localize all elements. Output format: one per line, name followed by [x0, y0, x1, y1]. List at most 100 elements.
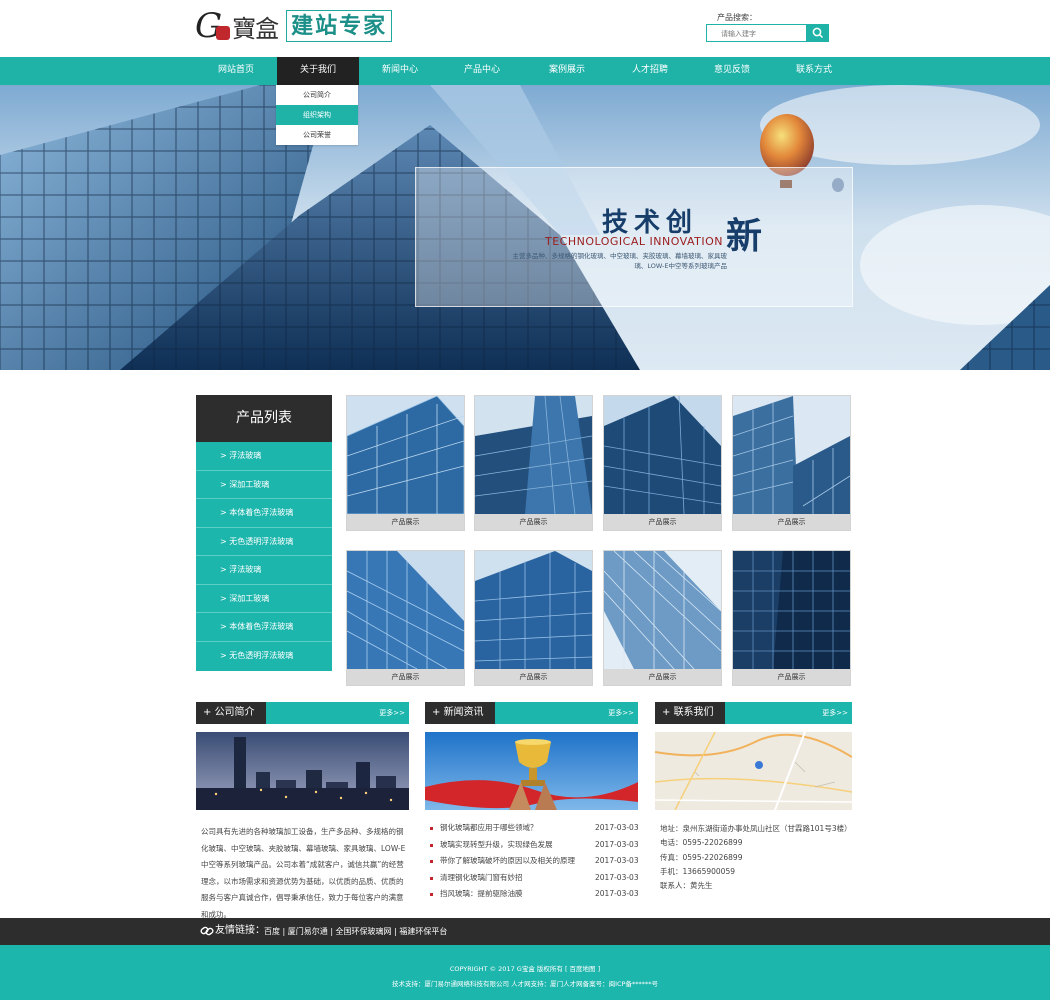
footer: COPYRIGHT © 2017 G宝盒 版权所有 [ 百度地图 ] 技术支持：… — [0, 945, 1050, 1000]
nav-item-products[interactable]: 产品中心 — [441, 57, 523, 85]
banner-subtitle: TECHNOLOGICAL INNOVATION — [545, 235, 724, 248]
company-section-header: + 公司简介 更多>> — [196, 702, 409, 724]
product-image — [604, 396, 721, 514]
product-image — [475, 396, 592, 514]
plus-icon: + — [203, 707, 215, 718]
product-list-title: 产品列表 — [196, 395, 332, 442]
news-list: 钢化玻璃都应用于哪些领域？ 2017-03-03 玻璃实现转型升级，实现绿色发展 2… — [430, 820, 640, 903]
product-list-item[interactable]: > 浮法玻璃 — [196, 442, 332, 471]
link-icon — [200, 926, 214, 936]
product-list: > 浮法玻璃 > 深加工玻璃 > 本体着色浮法玻璃 > 无色透明浮法玻璃 > 浮… — [196, 442, 332, 671]
section-title: + 公司简介 — [196, 702, 266, 724]
product-caption: 产品展示 — [733, 669, 850, 685]
product-image — [733, 551, 850, 669]
product-list-item[interactable]: > 无色透明浮法玻璃 — [196, 528, 332, 556]
search-input[interactable]: 请输入建字 — [706, 24, 807, 42]
search-button[interactable] — [807, 24, 829, 42]
news-item[interactable]: 清理钢化玻璃门窗有妙招 2017-03-03 — [430, 870, 640, 887]
contact-section-header: + 联系我们 更多>> — [655, 702, 852, 724]
main-nav: 网站首页 关于我们 新闻中心 产品中心 案例展示 人才招聘 意见反馈 联系方式 — [0, 57, 1050, 85]
product-list-item[interactable]: > 深加工玻璃 — [196, 585, 332, 613]
bullet-icon — [430, 860, 433, 863]
product-image — [604, 551, 721, 669]
product-image — [733, 396, 850, 514]
product-list-panel: 产品列表 > 浮法玻璃 > 深加工玻璃 > 本体着色浮法玻璃 > 无色透明浮法玻… — [196, 395, 332, 671]
logo-tagline: 建站专家 — [286, 10, 393, 42]
bullet-icon — [430, 827, 433, 830]
dropdown-item-structure[interactable]: 组织架构 — [276, 105, 358, 125]
contact-info: 地址：泉州东湖街道办事处凤山社区（甘霖路101号3楼） 电话：0595-2202… — [660, 822, 855, 893]
nav-item-jobs[interactable]: 人才招聘 — [609, 57, 691, 85]
product-card[interactable]: 产品展示 — [603, 550, 722, 686]
product-image — [347, 551, 464, 669]
product-list-item[interactable]: > 无色透明浮法玻璃 — [196, 642, 332, 671]
news-item[interactable]: 钢化玻璃都应用于哪些领域？ 2017-03-03 — [430, 820, 640, 837]
nav-item-cases[interactable]: 案例展示 — [526, 57, 608, 85]
news-section-header: + 新闻资讯 更多>> — [425, 702, 638, 724]
banner-title-last: 新 — [726, 215, 763, 257]
product-caption: 产品展示 — [475, 669, 592, 685]
product-card[interactable]: 产品展示 — [346, 550, 465, 686]
logo[interactable]: G 寶盒 建站专家 — [195, 8, 393, 44]
company-more-link[interactable]: 更多>> — [379, 702, 405, 724]
product-caption: 产品展示 — [604, 514, 721, 530]
about-dropdown-menu: 公司简介 组织架构 公司荣誉 — [276, 85, 358, 145]
product-list-item[interactable]: > 本体着色浮法玻璃 — [196, 613, 332, 642]
product-card[interactable]: 产品展示 — [346, 395, 465, 531]
search-label: 产品搜索： — [717, 13, 757, 22]
dropdown-item-profile[interactable]: 公司简介 — [276, 85, 358, 105]
bullet-icon — [430, 876, 433, 880]
product-list-item[interactable]: > 深加工玻璃 — [196, 471, 332, 499]
product-card[interactable]: 产品展示 — [603, 395, 722, 531]
product-list-item[interactable]: > 本体着色浮法玻璃 — [196, 499, 332, 528]
news-item[interactable]: 挡风玻璃：提前驱除油膜 2017-03-03 — [430, 886, 640, 903]
nav-item-about[interactable]: 关于我们 — [277, 57, 359, 85]
product-image — [347, 396, 464, 514]
contact-fax: 传真：0595-22026899 — [660, 852, 743, 862]
bullet-icon — [430, 843, 433, 847]
product-caption: 产品展示 — [347, 514, 464, 530]
map-pin-icon — [755, 761, 763, 769]
company-intro-text: 公司具有先进的各种玻璃加工设备，生产多品种、多规格的钢化玻璃、中空玻璃、夹胶玻璃… — [201, 827, 406, 919]
friend-links[interactable]: 百度 | 厦门易尔通 | 全国环保玻璃网 | 福建环保平台 — [264, 918, 447, 945]
nav-item-feedback[interactable]: 意见反馈 — [691, 57, 773, 85]
product-card[interactable]: 产品展示 — [474, 395, 593, 531]
nav-item-contact[interactable]: 联系方式 — [773, 57, 855, 85]
page: G 寶盒 建站专家 产品搜索： 请输入建字 网站首页 关于我们 新闻中心 产品中… — [0, 0, 1050, 1000]
contact-phone: 电话：0595-22026899 — [660, 838, 743, 848]
nav-item-news[interactable]: 新闻中心 — [359, 57, 441, 85]
product-list-item[interactable]: > 浮法玻璃 — [196, 556, 332, 585]
product-caption: 产品展示 — [604, 669, 721, 685]
product-caption: 产品展示 — [733, 514, 850, 530]
product-image — [475, 551, 592, 669]
logo-name: 寶盒 — [232, 14, 279, 43]
contact-map[interactable] — [655, 732, 852, 810]
friend-links-bar: 友情链接： 百度 | 厦门易尔通 | 全国环保玻璃网 | 福建环保平台 — [0, 918, 1050, 945]
product-card[interactable]: 产品展示 — [474, 550, 593, 686]
section-title: + 联系我们 — [655, 702, 725, 724]
contact-more-link[interactable]: 更多>> — [822, 702, 848, 724]
product-card[interactable]: 产品展示 — [732, 395, 851, 531]
section-title: + 新闻资讯 — [425, 702, 495, 724]
bullet-icon — [430, 893, 433, 896]
news-item[interactable]: 玻璃实现转型升级，实现绿色发展 2017-03-03 — [430, 837, 640, 854]
hero-banner: 技术创 新 TECHNOLOGICAL INNOVATION 主营多品种、多规格… — [0, 85, 1050, 370]
banner-title: 技术创 — [602, 208, 699, 238]
logo-seal-icon — [216, 26, 231, 40]
news-item[interactable]: 带你了解玻璃破坏的原因以及相关的原理 2017-03-03 — [430, 853, 640, 870]
news-more-link[interactable]: 更多>> — [608, 702, 634, 724]
search-icon — [812, 27, 824, 39]
dropdown-item-honor[interactable]: 公司荣誉 — [276, 125, 358, 145]
product-caption: 产品展示 — [475, 514, 592, 530]
company-image — [196, 732, 409, 810]
contact-address: 地址：泉州东湖街道办事处凤山社区（甘霖路101号3楼） — [660, 824, 852, 833]
contact-mobile: 手机：13665900059 — [660, 866, 735, 876]
header: G 寶盒 建站专家 产品搜索： 请输入建字 — [0, 0, 1050, 57]
footer-copyright: COPYRIGHT © 2017 G宝盒 版权所有 [ 百度地图 ] — [449, 965, 601, 973]
footer-support: 技术支持：厦门易尔通网络科技有限公司 人才网支持：厦门人才网备案号：闽ICP备*… — [392, 980, 658, 988]
news-image — [425, 732, 638, 810]
plus-icon: + — [662, 707, 674, 718]
banner-description: 主营多品种、多规格的钢化玻璃、中空玻璃、夹胶玻璃、幕墙玻璃、家具玻璃、LOW-E… — [512, 252, 728, 270]
nav-item-home[interactable]: 网站首页 — [195, 57, 277, 85]
product-card[interactable]: 产品展示 — [732, 550, 851, 686]
